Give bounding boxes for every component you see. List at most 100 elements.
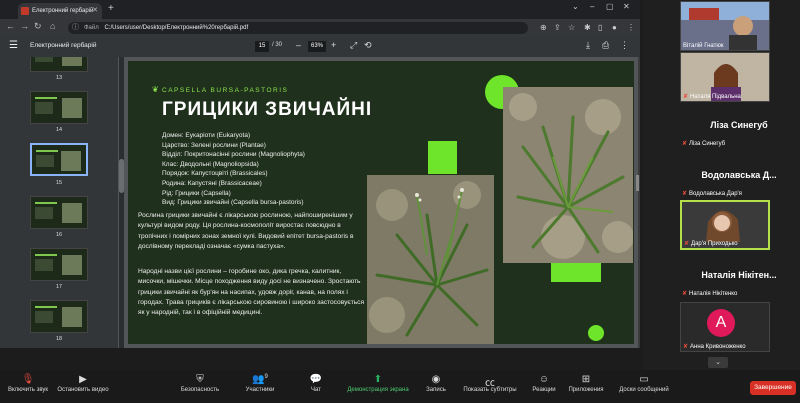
extensions-icon[interactable]: ✱ bbox=[584, 23, 591, 32]
chat-button[interactable]: 💬 Чат bbox=[304, 374, 328, 393]
minimize-icon[interactable]: – bbox=[590, 2, 594, 11]
chevron-down-icon[interactable]: ⌄ bbox=[572, 2, 579, 11]
captions-label: Показать субтитры bbox=[463, 387, 517, 393]
apps-grid-icon: ⊞ bbox=[581, 374, 591, 385]
security-button[interactable]: ⛨ Безопасность bbox=[178, 374, 222, 393]
scroll-down-button[interactable]: ⌄ bbox=[708, 357, 728, 368]
participant-name: ✘ Ліза Синегуб bbox=[682, 140, 725, 147]
taxonomy-line: Родина: Капустяні (Brassicaceae) bbox=[162, 179, 262, 187]
description-paragraph: Рослина грицики звичайні є лікарською ро… bbox=[138, 212, 354, 250]
pdf-viewer: 13 14 15 16 17 18 ❦ CAPSELLA BURSA-PASTO… bbox=[0, 57, 639, 348]
participant-video-tile[interactable]: ✘ Наталя Підвальна bbox=[680, 52, 770, 102]
reload-icon[interactable]: ↻ bbox=[34, 21, 42, 32]
close-tab-icon[interactable]: ✕ bbox=[92, 3, 98, 19]
smile-icon: ☺ bbox=[538, 374, 550, 385]
tab-title: Електронний гербарій bbox=[32, 8, 94, 14]
thumbnail-number: 15 bbox=[55, 180, 63, 186]
share-screen-button[interactable]: ⬆ Демонстрация экрана bbox=[344, 374, 412, 393]
mic-muted-icon: ✘ bbox=[682, 141, 688, 147]
profile-icon[interactable]: ● bbox=[612, 23, 617, 32]
mic-muted-icon: ✘ bbox=[683, 344, 689, 350]
sidebar-scrollbar[interactable] bbox=[119, 57, 124, 348]
participant-name-text: Ліза Синегуб bbox=[689, 141, 726, 147]
share-icon[interactable]: ⇪ bbox=[554, 23, 561, 32]
address-bar-row: ← → ↻ ⌂ ⓘ Файл C:/Users/user/Desktop/Еле… bbox=[0, 19, 640, 37]
thumbnail-sidebar: 13 14 15 16 17 18 bbox=[0, 57, 118, 348]
thumbnail-page[interactable] bbox=[30, 248, 88, 281]
participants-panel: Віталій Гнатюк ✘ Наталя Підвальна Ліза Си… bbox=[642, 0, 800, 370]
participant-name: Віталій Гнатюк bbox=[683, 43, 724, 49]
stop-video-button[interactable]: ▶ Остановить видео bbox=[54, 374, 112, 393]
zoom-input[interactable]: 63% bbox=[308, 41, 326, 52]
star-icon[interactable]: ☆ bbox=[568, 23, 575, 32]
participant-big-name: Ліза Синегуб bbox=[710, 120, 768, 130]
menu-icon[interactable]: ☰ bbox=[9, 40, 18, 51]
whiteboards-label: Доски сообщений bbox=[619, 387, 669, 393]
back-icon[interactable]: ← bbox=[6, 21, 15, 31]
forward-icon[interactable]: → bbox=[20, 21, 29, 31]
zoom-in-icon[interactable]: + bbox=[331, 40, 336, 50]
rotate-icon[interactable]: ⟲ bbox=[364, 40, 372, 51]
print-icon[interactable]: ⎙ bbox=[602, 40, 609, 51]
download-icon[interactable]: ⤓ bbox=[586, 40, 590, 51]
new-tab-icon[interactable]: + bbox=[108, 3, 114, 14]
thumbnail-page[interactable] bbox=[30, 300, 88, 333]
file-scheme-label: ⓘ bbox=[72, 24, 79, 31]
participant-big-name: Наталія Нікітен... bbox=[701, 270, 777, 280]
sidebar-scroll-thumb[interactable] bbox=[119, 159, 124, 193]
thumbnail-page[interactable] bbox=[30, 57, 88, 72]
thumbnail-number: 18 bbox=[55, 336, 63, 342]
zoom-out-icon[interactable]: – bbox=[296, 40, 301, 50]
record-button[interactable]: ◉ Запись bbox=[424, 374, 448, 393]
chat-icon: 💬 bbox=[309, 374, 323, 385]
avatar: А bbox=[707, 309, 735, 337]
unmute-label: Включить звук bbox=[7, 387, 48, 393]
captions-button[interactable]: ㏄ Показать субтитры bbox=[462, 374, 518, 393]
participant-name: ✘ Анна Кривоноженко bbox=[683, 343, 746, 350]
more-menu-icon[interactable]: ⋮ bbox=[627, 23, 635, 32]
taxonomy-line: Вид: Грицики звичайні (Capsella bursa-pa… bbox=[162, 199, 304, 207]
maximize-icon[interactable]: ▢ bbox=[606, 2, 614, 11]
participants-button[interactable]: 👥9 Участники bbox=[240, 374, 280, 393]
page-number-input[interactable]: 15 bbox=[255, 41, 269, 52]
home-icon[interactable]: ⌂ bbox=[50, 21, 55, 31]
thumbnail-page-selected[interactable] bbox=[30, 143, 88, 176]
thumbnail-page[interactable] bbox=[30, 196, 88, 229]
fit-page-icon[interactable]: ⤢ bbox=[350, 40, 357, 51]
page-total: / 30 bbox=[272, 42, 283, 48]
meeting-controls-bar: 🎙 Включить звук ▶ Остановить видео ⛨ Без… bbox=[0, 370, 800, 403]
participant-name: ✘ Водолавська Дар'я bbox=[682, 190, 742, 197]
taxonomy-line: Відділ: Покритонасінні рослини (Magnolio… bbox=[162, 151, 305, 159]
participant-name-text: Водолавська Дар'я bbox=[689, 191, 742, 197]
participant-name-text: Наталія Нікітенко bbox=[689, 291, 738, 297]
share-screen-label: Демонстрация экрана bbox=[347, 387, 409, 393]
mic-muted-icon: 🎙 bbox=[21, 374, 35, 385]
thumbnail-number: 17 bbox=[55, 284, 63, 290]
zoom-icon[interactable]: ⊕ bbox=[540, 23, 547, 32]
participant-avatar-tile[interactable]: А ✘ Анна Кривоноженко bbox=[680, 302, 770, 352]
apps-button[interactable]: ⊞ Приложения bbox=[566, 374, 606, 393]
participant-video-tile-active[interactable]: ✘ Дар'я Приходько bbox=[680, 200, 770, 250]
apps-label: Приложения bbox=[568, 387, 604, 393]
more-options-icon[interactable]: ⋮ bbox=[620, 40, 629, 51]
thumbnail-number: 14 bbox=[55, 127, 63, 133]
sidepanel-icon[interactable]: ▯ bbox=[598, 23, 602, 32]
end-meeting-button[interactable]: Завершение bbox=[750, 381, 796, 395]
thumbnail-page[interactable] bbox=[30, 91, 88, 124]
pdf-title: Електронний гербарій bbox=[30, 42, 97, 49]
close-window-icon[interactable]: ✕ bbox=[623, 2, 630, 11]
latin-name: CAPSELLA BURSA-PASTORIS bbox=[162, 87, 289, 94]
document-scroll-thumb[interactable] bbox=[636, 175, 639, 191]
taxonomy-line: Клас: Дводольні (Magnoliopsida) bbox=[162, 160, 259, 168]
unmute-button[interactable]: 🎙 Включить звук bbox=[6, 374, 50, 393]
browser-tab[interactable]: Електронний гербарій ✕ bbox=[18, 3, 102, 19]
pdf-favicon-icon bbox=[21, 7, 29, 15]
whiteboards-button[interactable]: ▭ Доски сообщений bbox=[616, 374, 672, 393]
record-label: Запись bbox=[426, 387, 446, 393]
mic-muted-icon: ✘ bbox=[682, 291, 688, 297]
reactions-button[interactable]: ☺ Реакции bbox=[530, 374, 558, 393]
taxonomy-list: Домен: Еукаріоти (Eukaryota) Царство: Зе… bbox=[162, 131, 305, 208]
address-input[interactable]: ⓘ Файл C:/Users/user/Desktop/Електронний… bbox=[68, 22, 528, 34]
whiteboard-icon: ▭ bbox=[639, 374, 649, 385]
participant-video-tile[interactable]: Віталій Гнатюк bbox=[680, 1, 770, 51]
